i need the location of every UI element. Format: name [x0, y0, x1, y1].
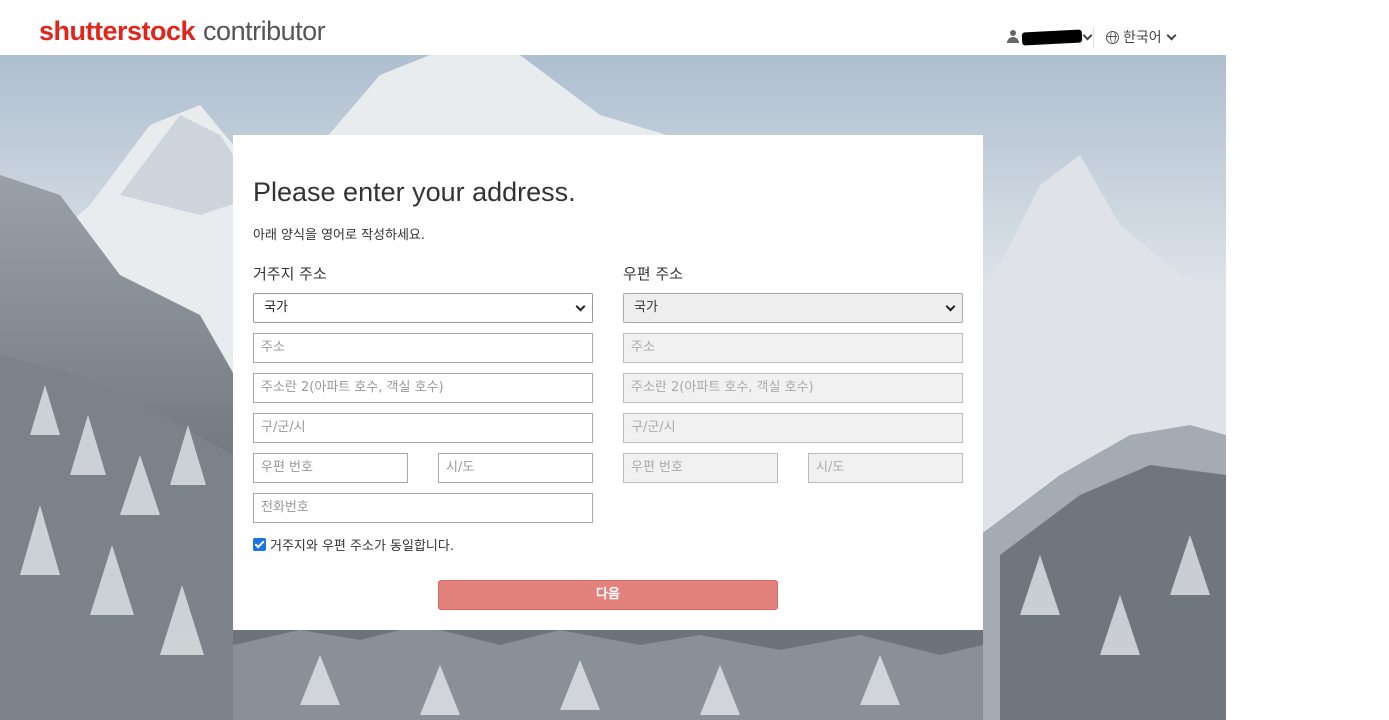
mailing-postal-code-input[interactable]: 우편 번호: [623, 453, 778, 483]
user-icon: [1006, 30, 1020, 44]
mailing-country-value: 국가: [634, 300, 658, 315]
same-address-label: 거주지와 우편 주소가 동일합니다.: [270, 539, 454, 554]
residential-address-input[interactable]: 주소: [253, 333, 593, 363]
logo-brand-text: shutterstock: [39, 16, 196, 46]
mailing-address-heading: 우편 주소: [623, 265, 683, 283]
residential-address2-input[interactable]: 주소란 2(아파트 호수, 객실 호수): [253, 373, 593, 403]
same-address-checkbox[interactable]: [253, 538, 266, 551]
top-header: shutterstock contributor 한국어: [0, 0, 1226, 55]
chevron-down-icon: [1082, 30, 1093, 40]
chevron-down-icon: [1166, 30, 1177, 40]
mailing-address2-input[interactable]: 주소란 2(아파트 호수, 객실 호수): [623, 373, 963, 403]
user-menu[interactable]: [1006, 28, 1093, 46]
user-name-redacted: [1021, 28, 1083, 46]
page-title: Please enter your address.: [253, 177, 576, 207]
mailing-country-select[interactable]: 국가: [623, 293, 963, 323]
phone-number-input[interactable]: 전화번호: [253, 493, 593, 523]
residential-country-value: 국가: [264, 300, 288, 315]
residential-country-select[interactable]: 국가: [253, 293, 593, 323]
residential-address-heading: 거주지 주소: [253, 265, 327, 283]
mailing-city-input[interactable]: 구/군/시: [623, 413, 963, 443]
language-label: 한국어: [1123, 30, 1162, 46]
address-form-card: Please enter your address. 아래 양식을 영어로 작성…: [233, 135, 983, 630]
language-selector[interactable]: 한국어: [1106, 27, 1177, 47]
residential-state-input[interactable]: 시/도: [438, 453, 593, 483]
chevron-down-icon: [575, 301, 586, 312]
form-instruction: 아래 양식을 영어로 작성하세요.: [253, 228, 426, 243]
header-divider: [1093, 26, 1094, 48]
mailing-state-input[interactable]: 시/도: [808, 453, 963, 483]
globe-icon: [1106, 30, 1119, 44]
logo-product-text: contributor: [203, 16, 326, 46]
residential-city-input[interactable]: 구/군/시: [253, 413, 593, 443]
residential-postal-code-input[interactable]: 우편 번호: [253, 453, 408, 483]
chevron-down-icon: [945, 301, 956, 312]
mailing-address-input[interactable]: 주소: [623, 333, 963, 363]
next-button[interactable]: 다음: [438, 580, 778, 610]
same-address-option[interactable]: 거주지와 우편 주소가 동일합니다.: [253, 535, 454, 554]
shutterstock-contributor-logo[interactable]: shutterstock contributor: [39, 14, 326, 48]
